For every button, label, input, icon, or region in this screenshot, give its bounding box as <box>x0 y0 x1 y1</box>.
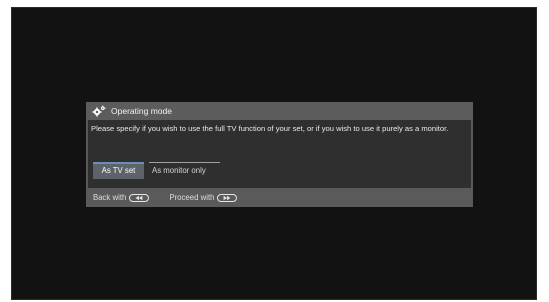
option-as-monitor-only[interactable]: As monitor only <box>149 162 222 179</box>
tv-screen: Operating mode Please specify if you wis… <box>11 7 537 300</box>
dialog-message: Please specify if you wish to use the fu… <box>91 124 449 133</box>
gear-icon <box>92 105 106 117</box>
operating-mode-dialog: Operating mode Please specify if you wis… <box>86 102 473 207</box>
fast-forward-key-icon <box>217 193 238 202</box>
dialog-body: Please specify if you wish to use the fu… <box>88 120 471 188</box>
dialog-title: Operating mode <box>111 105 172 116</box>
option-as-monitor-only-label: As monitor only <box>152 166 206 175</box>
back-hint: Back with <box>93 193 150 202</box>
back-hint-label: Back with <box>93 193 127 202</box>
option-as-tv-set-label: As TV set <box>101 166 136 175</box>
option-as-tv-set[interactable]: As TV set <box>93 162 144 179</box>
proceed-hint: Proceed with <box>169 193 238 202</box>
rewind-key-icon <box>129 193 150 202</box>
dialog-header: Operating mode <box>86 102 473 120</box>
proceed-hint-label: Proceed with <box>169 193 215 202</box>
dialog-footer: Back with Proceed with <box>86 188 473 207</box>
